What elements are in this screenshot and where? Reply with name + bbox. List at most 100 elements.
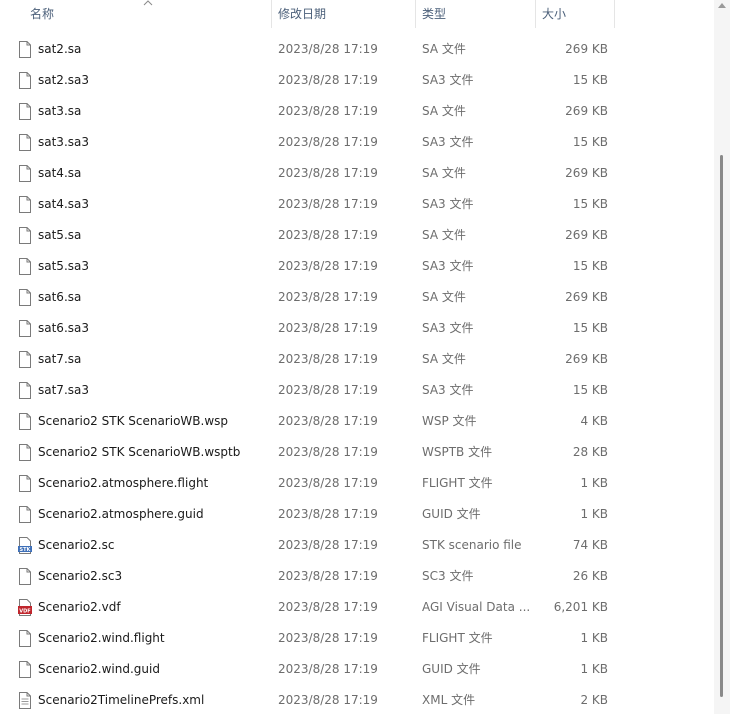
file-row[interactable]: sat4.sa3 2023/8/28 17:19 SA3 文件 15 KB (0, 189, 714, 220)
file-size: 1 KB (580, 507, 608, 521)
file-size: 269 KB (565, 166, 608, 180)
file-row[interactable]: sat2.sa3 2023/8/28 17:19 SA3 文件 15 KB (0, 65, 714, 96)
file-size: 269 KB (565, 352, 608, 366)
file-size: 1 KB (580, 631, 608, 645)
file-modified-date: 2023/8/28 17:19 (278, 104, 378, 118)
file-modified-date: 2023/8/28 17:19 (278, 476, 378, 490)
file-name[interactable]: Scenario2.sc (38, 530, 268, 561)
column-divider[interactable] (614, 0, 615, 28)
file-name[interactable]: sat5.sa (38, 220, 268, 251)
file-size: 269 KB (565, 290, 608, 304)
file-type: FLIGHT 文件 (422, 476, 493, 490)
file-row[interactable]: sat6.sa 2023/8/28 17:19 SA 文件 269 KB (0, 282, 714, 313)
file-size: 26 KB (572, 569, 608, 583)
file-row[interactable]: Scenario2.wind.flight 2023/8/28 17:19 FLIG… (0, 623, 714, 654)
file-row[interactable]: VDF Scenario2.vdf 2023/8/28 17:19 AGI Visua… (0, 592, 714, 623)
file-size: 15 KB (572, 383, 608, 397)
file-row[interactable]: sat2.sa 2023/8/28 17:19 SA 文件 269 KB (0, 34, 714, 65)
file-row[interactable]: STK Scenario2.sc 2023/8/28 17:19 STK scenar… (0, 530, 714, 561)
file-size: 28 KB (572, 445, 608, 459)
file-name[interactable]: Scenario2 STK ScenarioWB.wsp (38, 406, 268, 437)
file-modified-date: 2023/8/28 17:19 (278, 352, 378, 366)
file-row[interactable]: sat7.sa3 2023/8/28 17:19 SA3 文件 15 KB (0, 375, 714, 406)
generic-file-icon (19, 165, 31, 182)
generic-file-icon (19, 351, 31, 368)
file-row[interactable]: sat6.sa3 2023/8/28 17:19 SA3 文件 15 KB (0, 313, 714, 344)
file-modified-date: 2023/8/28 17:19 (278, 321, 378, 335)
file-type: SA 文件 (422, 104, 466, 118)
column-header-size[interactable]: 大小 (536, 0, 614, 28)
file-row[interactable]: sat3.sa3 2023/8/28 17:19 SA3 文件 15 KB (0, 127, 714, 158)
scroll-up-icon[interactable] (718, 2, 726, 8)
file-size: 269 KB (565, 228, 608, 242)
file-name[interactable]: Scenario2.atmosphere.flight (38, 468, 268, 499)
file-row[interactable]: Scenario2.atmosphere.guid 2023/8/28 17:19… (0, 499, 714, 530)
column-header-modified[interactable]: 修改日期 (272, 0, 415, 28)
file-row[interactable]: Scenario2.sc3 2023/8/28 17:19 SC3 文件 26 KB (0, 561, 714, 592)
file-type: SA 文件 (422, 166, 466, 180)
file-name[interactable]: sat4.sa3 (38, 189, 268, 220)
file-modified-date: 2023/8/28 17:19 (278, 259, 378, 273)
generic-file-icon (19, 72, 31, 89)
generic-file-icon (19, 475, 31, 492)
file-name[interactable]: sat7.sa (38, 344, 268, 375)
file-name[interactable]: Scenario2.wind.flight (38, 623, 268, 654)
file-modified-date: 2023/8/28 17:19 (278, 693, 378, 707)
column-header-type[interactable]: 类型 (416, 0, 535, 28)
file-name[interactable]: Scenario2TimelinePrefs.xml (38, 685, 268, 716)
file-modified-date: 2023/8/28 17:19 (278, 228, 378, 242)
file-name[interactable]: sat3.sa (38, 96, 268, 127)
sort-ascending-icon (143, 0, 153, 6)
file-name[interactable]: Scenario2.sc3 (38, 561, 268, 592)
file-modified-date: 2023/8/28 17:19 (278, 662, 378, 676)
generic-file-icon (19, 444, 31, 461)
file-size: 269 KB (565, 104, 608, 118)
file-name[interactable]: Scenario2 STK ScenarioWB.wsptb (38, 437, 268, 468)
scrollbar-thumb[interactable] (720, 155, 723, 697)
file-size: 15 KB (572, 197, 608, 211)
file-name[interactable]: sat2.sa (38, 34, 268, 65)
file-type: AGI Visual Data ... (422, 600, 531, 614)
file-name[interactable]: sat7.sa3 (38, 375, 268, 406)
file-row[interactable]: Scenario2 STK ScenarioWB.wsp 2023/8/28 17… (0, 406, 714, 437)
file-type: SA 文件 (422, 352, 466, 366)
file-modified-date: 2023/8/28 17:19 (278, 569, 378, 583)
file-name[interactable]: sat3.sa3 (38, 127, 268, 158)
file-size: 15 KB (572, 73, 608, 87)
file-name[interactable]: sat2.sa3 (38, 65, 268, 96)
generic-file-icon (19, 103, 31, 120)
file-row[interactable]: Scenario2 STK ScenarioWB.wsptb 2023/8/28 … (0, 437, 714, 468)
file-name[interactable]: Scenario2.wind.guid (38, 654, 268, 685)
file-name[interactable]: Scenario2.vdf (38, 592, 268, 623)
file-name[interactable]: sat6.sa (38, 282, 268, 313)
file-row[interactable]: Scenario2.atmosphere.flight 2023/8/28 17:… (0, 468, 714, 499)
vdf-file-icon: VDF (18, 599, 32, 616)
file-modified-date: 2023/8/28 17:19 (278, 135, 378, 149)
file-name[interactable]: sat4.sa (38, 158, 268, 189)
file-row[interactable]: Scenario2TimelinePrefs.xml 2023/8/28 17:1… (0, 685, 714, 716)
file-size: 6,201 KB (553, 600, 608, 614)
file-row[interactable]: sat3.sa 2023/8/28 17:19 SA 文件 269 KB (0, 96, 714, 127)
file-name[interactable]: sat6.sa3 (38, 313, 268, 344)
file-modified-date: 2023/8/28 17:19 (278, 445, 378, 459)
file-modified-date: 2023/8/28 17:19 (278, 631, 378, 645)
file-row[interactable]: sat7.sa 2023/8/28 17:19 SA 文件 269 KB (0, 344, 714, 375)
file-size: 15 KB (572, 321, 608, 335)
generic-file-icon (19, 258, 31, 275)
file-size: 1 KB (580, 476, 608, 490)
file-row[interactable]: sat4.sa 2023/8/28 17:19 SA 文件 269 KB (0, 158, 714, 189)
file-type: SA3 文件 (422, 321, 474, 335)
file-modified-date: 2023/8/28 17:19 (278, 166, 378, 180)
file-name[interactable]: sat5.sa3 (38, 251, 268, 282)
file-type: SA3 文件 (422, 259, 474, 273)
file-type: SA 文件 (422, 290, 466, 304)
file-modified-date: 2023/8/28 17:19 (278, 73, 378, 87)
file-row[interactable]: sat5.sa3 2023/8/28 17:19 SA3 文件 15 KB (0, 251, 714, 282)
file-row[interactable]: sat5.sa 2023/8/28 17:19 SA 文件 269 KB (0, 220, 714, 251)
file-modified-date: 2023/8/28 17:19 (278, 42, 378, 56)
file-row[interactable]: Scenario2.wind.guid 2023/8/28 17:19 GUID 文… (0, 654, 714, 685)
file-size: 269 KB (565, 42, 608, 56)
file-name[interactable]: Scenario2.atmosphere.guid (38, 499, 268, 530)
generic-file-icon (19, 289, 31, 306)
file-type: GUID 文件 (422, 507, 481, 521)
